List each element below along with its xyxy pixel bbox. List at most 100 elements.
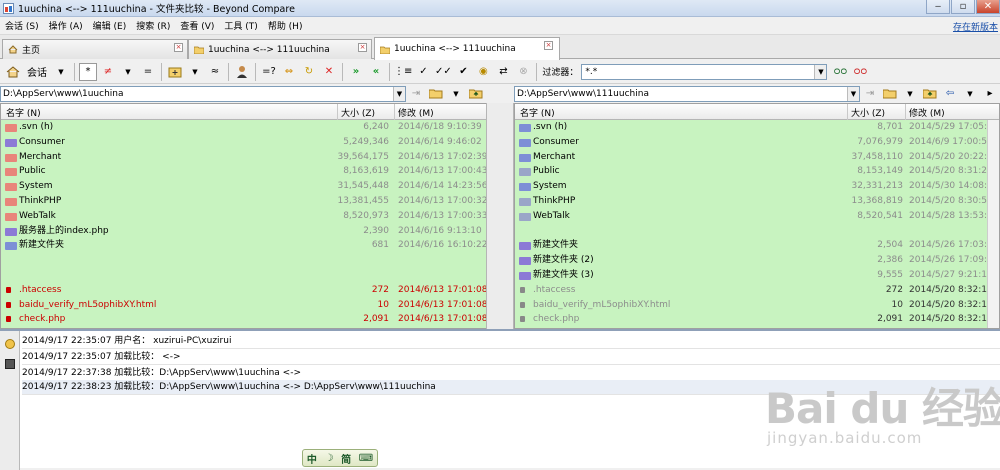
file-row[interactable]: WebTalk 8,520,973 2014/6/13 17:00:33 — [1, 209, 486, 224]
file-row[interactable]: 新建文件夹 (3) 9,555 2014/5/27 9:21:14 — [515, 268, 993, 283]
file-row[interactable]: Merchant 39,564,175 2014/6/13 17:02:39 — [1, 150, 486, 165]
ime-toolbar[interactable]: 中 ☽ 简 ⌨ — [302, 449, 378, 467]
copy-left-icon[interactable]: « — [367, 63, 385, 81]
go-icon[interactable]: ⇥ — [407, 85, 425, 103]
touch-icon[interactable]: ◉ — [474, 63, 492, 81]
file-row[interactable]: 服务器上的index.php 2,390 2014/6/16 9:13:10 — [1, 224, 486, 239]
home-icon[interactable] — [4, 63, 22, 81]
column-modified-header[interactable]: 修改 (M) — [909, 106, 945, 119]
file-row[interactable]: Public 8,153,149 2014/5/20 8:31:28 — [515, 164, 993, 179]
column-size-header[interactable]: 大小 (Z) — [341, 106, 375, 119]
menu-edit[interactable]: 编辑 (E) — [88, 19, 132, 32]
go-icon[interactable]: ⇥ — [861, 85, 879, 103]
right-scrollbar[interactable] — [987, 120, 999, 328]
chevron-down-icon[interactable]: ▼ — [119, 63, 137, 81]
glasses-icon[interactable]: ᴑᴑ — [831, 63, 849, 81]
close-tab-icon[interactable]: × — [544, 41, 553, 50]
column-divider[interactable] — [847, 104, 848, 120]
file-row[interactable]: baidu_verify_mL5ophibXY.html 10 2014/6/13 … — [1, 298, 486, 313]
file-row[interactable]: 新建文件夹 2,504 2014/5/26 17:03:35 — [515, 238, 998, 253]
parent-folder-icon[interactable] — [467, 85, 485, 103]
file-row[interactable]: ThinkPHP 13,368,819 2014/5/20 8:30:58 — [515, 194, 993, 209]
keyboard-icon[interactable]: ⌨ — [359, 453, 373, 464]
tab-folder-compare[interactable]: 1uuchina <--> 111uuchina × — [188, 39, 372, 59]
show-all-icon[interactable]: * — [79, 62, 97, 81]
column-divider[interactable] — [337, 104, 338, 120]
log-info-icon[interactable] — [5, 339, 15, 349]
check-all-icon[interactable]: ✓✓ — [434, 63, 452, 81]
file-row[interactable]: Public 8,163,619 2014/6/13 17:00:43 — [1, 164, 486, 179]
file-row[interactable]: .htaccess 272 2014/6/13 17:01:08 — [1, 283, 486, 298]
ime-mode[interactable]: 中 — [307, 451, 317, 466]
column-size-header[interactable]: 大小 (Z) — [851, 106, 885, 119]
file-row[interactable]: Consumer 5,249,346 2014/6/14 9:46:02 — [1, 135, 486, 150]
chevron-down-icon[interactable]: ▼ — [901, 85, 919, 103]
file-row[interactable]: baidu_verify_mL5ophibXY.html 10 2014/5/20 … — [515, 298, 993, 313]
menu-help[interactable]: 帮助 (H) — [263, 19, 308, 32]
align-icon[interactable]: ⋮≡ — [394, 63, 412, 81]
ime-charset[interactable]: 简 — [341, 451, 351, 466]
column-divider[interactable] — [394, 104, 395, 120]
maximize-button[interactable]: ▫ — [951, 0, 975, 14]
file-row[interactable]: WebTalk 8,520,541 2014/5/28 13:53:32 — [515, 209, 998, 224]
person-icon[interactable] — [233, 63, 251, 81]
file-row[interactable]: System 32,331,213 2014/5/30 14:08:58 — [515, 179, 998, 194]
chevron-down-icon[interactable]: ▼ — [961, 85, 979, 103]
menu-actions[interactable]: 操作 (A) — [44, 19, 88, 32]
approx-compare-icon[interactable]: ≈ — [206, 63, 224, 81]
close-tab-icon[interactable]: × — [174, 43, 183, 52]
file-row[interactable]: 新建文件夹 681 2014/6/16 16:10:22 — [1, 238, 486, 253]
new-version-link[interactable]: 存在新版本 — [953, 20, 998, 33]
parent-folder-icon[interactable] — [921, 85, 939, 103]
file-row[interactable]: .svn (h) 8,701 2014/5/29 17:05:33 — [515, 120, 998, 135]
left-path-input[interactable]: D:\AppServ\www\1uuchina ▼ — [0, 85, 406, 102]
ime-moon-icon[interactable]: ☽ — [324, 453, 333, 464]
right-path-input[interactable]: D:\AppServ\www\111uuchina ▼ — [514, 85, 860, 102]
uncheck-icon[interactable]: ✔ — [454, 63, 472, 81]
file-row[interactable]: Merchant 37,458,110 2014/5/20 20:22:33 — [515, 150, 998, 165]
refresh-icon[interactable]: ↻ — [300, 63, 318, 81]
file-row[interactable]: 新建文件夹 (2) 2,386 2014/5/26 17:09:01 — [515, 253, 998, 268]
file-row[interactable]: .svn (h) 6,240 2014/6/18 9:10:39 — [1, 120, 486, 135]
close-window-button[interactable]: ✕ — [976, 0, 1000, 14]
column-name-header[interactable]: 名字 (N) — [520, 106, 555, 119]
copy-right-icon[interactable]: » — [347, 63, 365, 81]
back-arrow-icon[interactable]: ⇦ — [941, 85, 959, 103]
browse-folder-icon[interactable] — [881, 85, 899, 103]
show-differences-icon[interactable]: ≠ — [99, 63, 117, 81]
menu-view[interactable]: 查看 (V) — [175, 19, 219, 32]
file-row[interactable]: check.php 2,091 2014/5/20 8:32:13 — [515, 312, 993, 327]
file-row[interactable]: .htaccess 272 2014/5/20 8:32:13 — [515, 283, 993, 298]
menu-search[interactable]: 搜索 (R) — [131, 19, 175, 32]
chevron-down-icon[interactable]: ▼ — [393, 86, 405, 101]
column-divider[interactable] — [905, 104, 906, 120]
tab-home[interactable]: 主页 × — [2, 39, 188, 59]
sync-icon[interactable]: ⇄ — [494, 63, 512, 81]
file-row[interactable]: Consumer 7,076,979 2014/6/9 17:00:57 — [515, 135, 993, 150]
show-same-icon[interactable]: = — [139, 63, 157, 81]
chevron-down-icon[interactable]: ▼ — [186, 63, 204, 81]
cancel-icon[interactable]: ⊗ — [514, 63, 532, 81]
browse-folder-icon[interactable] — [427, 85, 445, 103]
chevron-down-icon[interactable]: ▼ — [847, 86, 859, 101]
swap-sides-icon[interactable]: ⇔ — [280, 63, 298, 81]
file-row[interactable]: ThinkPHP 13,381,455 2014/6/13 17:00:32 — [1, 194, 486, 209]
column-name-header[interactable]: 名字 (N) — [6, 106, 41, 119]
glasses-off-icon[interactable]: ᴑᴑ — [851, 63, 869, 81]
stop-icon[interactable]: ✕ — [320, 63, 338, 81]
close-tab-icon[interactable]: × — [358, 43, 367, 52]
menu-tools[interactable]: 工具 (T) — [219, 19, 262, 32]
file-row[interactable]: check.php 2,091 2014/6/13 17:01:08 — [1, 312, 486, 327]
chevron-down-icon[interactable]: ▼ — [447, 85, 465, 103]
filter-input[interactable]: *.* ▼ — [581, 63, 828, 80]
save-log-icon[interactable] — [5, 359, 15, 369]
session-button[interactable]: 会话 — [24, 63, 50, 81]
menu-session[interactable]: 会话 (S) — [0, 19, 44, 32]
compare-contents-icon[interactable]: =? — [260, 63, 278, 81]
expand-folders-icon[interactable] — [166, 63, 184, 81]
right-file-list[interactable]: .svn (h) 8,701 2014/5/29 17:05:33 Consumer 7… — [515, 120, 998, 328]
tab-folder-compare-active[interactable]: 1uuchina <--> 111uuchina × — [374, 37, 560, 60]
check-icon[interactable]: ✓ — [414, 63, 432, 81]
more-icon[interactable]: ▸ — [981, 85, 999, 103]
left-file-list[interactable]: .svn (h) 6,240 2014/6/18 9:10:39 Consumer 5,… — [1, 120, 486, 328]
